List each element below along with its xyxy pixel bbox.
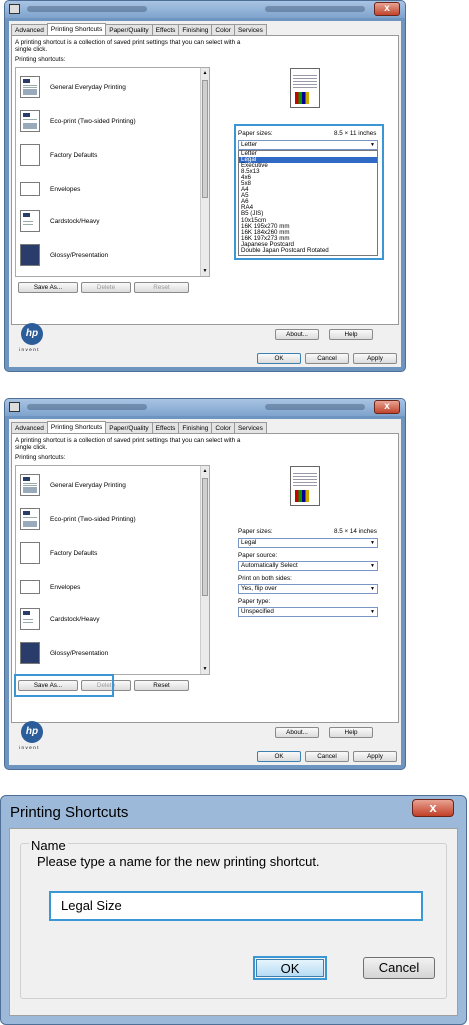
cancel-button[interactable]: Cancel bbox=[305, 353, 349, 364]
delete-button[interactable]: Delete bbox=[81, 282, 131, 293]
shortcuts-list[interactable]: General Everyday Printing Eco-print (Two… bbox=[15, 465, 210, 675]
ok-button[interactable]: OK bbox=[257, 751, 301, 762]
shortcut-name-input[interactable]: Legal Size bbox=[49, 891, 423, 921]
ok-button[interactable]: OK bbox=[257, 353, 301, 364]
scrollbar[interactable]: ▲ ▼ bbox=[200, 68, 209, 276]
blurred-title bbox=[27, 6, 147, 12]
document-icon bbox=[20, 76, 40, 98]
close-button[interactable]: x bbox=[374, 2, 400, 16]
invent-text: invent bbox=[19, 745, 41, 750]
tab-panel: A printing shortcut is a collection of s… bbox=[11, 433, 399, 723]
chevron-down-icon: ▼ bbox=[370, 586, 375, 592]
scroll-up-icon[interactable]: ▲ bbox=[202, 69, 208, 77]
title-bar: x bbox=[5, 399, 405, 416]
chevron-down-icon: ▼ bbox=[370, 609, 375, 615]
shortcuts-list[interactable]: General Everyday Printing Eco-print (Two… bbox=[15, 67, 210, 277]
chevron-down-icon: ▼ bbox=[370, 540, 375, 546]
chevron-down-icon: ▼ bbox=[370, 563, 375, 569]
cancel-button[interactable]: Cancel bbox=[363, 957, 435, 979]
eco-print-icon bbox=[20, 508, 40, 530]
printer-icon bbox=[9, 402, 20, 412]
paper-size-select[interactable]: Legal ▼ bbox=[238, 538, 378, 548]
page-preview-icon bbox=[290, 68, 320, 108]
reset-button[interactable]: Reset bbox=[134, 282, 189, 293]
paper-source-label: Paper source: bbox=[238, 552, 278, 559]
shortcuts-label: Printing shortcuts: bbox=[15, 56, 66, 63]
prompt-text: Please type a name for the new printing … bbox=[37, 854, 320, 869]
paper-sizes-label: Paper sizes: bbox=[238, 528, 273, 535]
hp-logo: hp bbox=[21, 323, 43, 345]
blank-page-icon bbox=[20, 144, 40, 166]
cardstock-icon bbox=[20, 210, 40, 232]
scroll-down-icon[interactable]: ▼ bbox=[202, 665, 208, 673]
printer-properties-window-2: x Advanced Printing Shortcuts Paper/Qual… bbox=[4, 398, 406, 770]
apply-button[interactable]: Apply bbox=[353, 353, 397, 364]
group-label: Name bbox=[29, 838, 68, 853]
help-button[interactable]: Help bbox=[329, 727, 373, 738]
invent-text: invent bbox=[19, 347, 41, 352]
envelope-icon bbox=[20, 182, 40, 196]
description: A printing shortcut is a collection of s… bbox=[15, 39, 241, 53]
paper-size-dimensions: 8.5 × 14 inches bbox=[334, 528, 377, 535]
page-preview-icon bbox=[290, 466, 320, 506]
save-as-button[interactable]: Save As... bbox=[18, 282, 78, 293]
callout-highlight bbox=[14, 674, 114, 697]
paper-type-select[interactable]: Unspecified ▼ bbox=[238, 607, 378, 617]
scroll-thumb[interactable] bbox=[202, 478, 208, 596]
envelope-icon bbox=[20, 580, 40, 594]
scroll-up-icon[interactable]: ▲ bbox=[202, 467, 208, 475]
ok-button[interactable]: OK bbox=[253, 956, 327, 980]
scroll-down-icon[interactable]: ▼ bbox=[202, 267, 208, 275]
help-button[interactable]: Help bbox=[329, 329, 373, 340]
title-bar: x bbox=[5, 1, 405, 18]
apply-button[interactable]: Apply bbox=[353, 751, 397, 762]
close-icon[interactable]: x bbox=[412, 799, 454, 817]
glossy-icon bbox=[20, 244, 40, 266]
about-button[interactable]: About... bbox=[275, 329, 319, 340]
paper-source-select[interactable]: Automatically Select ▼ bbox=[238, 561, 378, 571]
both-sides-label: Print on both sides: bbox=[238, 575, 292, 582]
callout-highlight bbox=[234, 124, 384, 260]
printer-properties-window-1: x Advanced Printing Shortcuts Paper/Qual… bbox=[4, 0, 406, 372]
cancel-button[interactable]: Cancel bbox=[305, 751, 349, 762]
reset-button[interactable]: Reset bbox=[134, 680, 189, 691]
paper-type-label: Paper type: bbox=[238, 598, 271, 605]
document-icon bbox=[20, 474, 40, 496]
description: A printing shortcut is a collection of s… bbox=[15, 437, 241, 451]
both-sides-select[interactable]: Yes, flip over ▼ bbox=[238, 584, 378, 594]
printer-icon bbox=[9, 4, 20, 14]
blurred-title bbox=[27, 404, 147, 410]
close-button[interactable]: x bbox=[374, 400, 400, 414]
name-group: Name Please type a name for the new prin… bbox=[20, 838, 447, 999]
hp-logo: hp bbox=[21, 721, 43, 743]
glossy-icon bbox=[20, 642, 40, 664]
blurred-title-2 bbox=[265, 404, 365, 410]
shortcuts-label: Printing shortcuts: bbox=[15, 454, 66, 461]
scrollbar[interactable]: ▲ ▼ bbox=[200, 466, 209, 674]
tab-panel: A printing shortcut is a collection of s… bbox=[11, 35, 399, 325]
eco-print-icon bbox=[20, 110, 40, 132]
scroll-thumb[interactable] bbox=[202, 80, 208, 198]
about-button[interactable]: About... bbox=[275, 727, 319, 738]
blank-page-icon bbox=[20, 542, 40, 564]
cardstock-icon bbox=[20, 608, 40, 630]
blurred-title-2 bbox=[265, 6, 365, 12]
printing-shortcuts-dialog: Printing Shortcuts x Name Please type a … bbox=[0, 795, 467, 1025]
dialog-title: Printing Shortcuts bbox=[10, 804, 129, 821]
ok-label: OK bbox=[256, 959, 324, 977]
